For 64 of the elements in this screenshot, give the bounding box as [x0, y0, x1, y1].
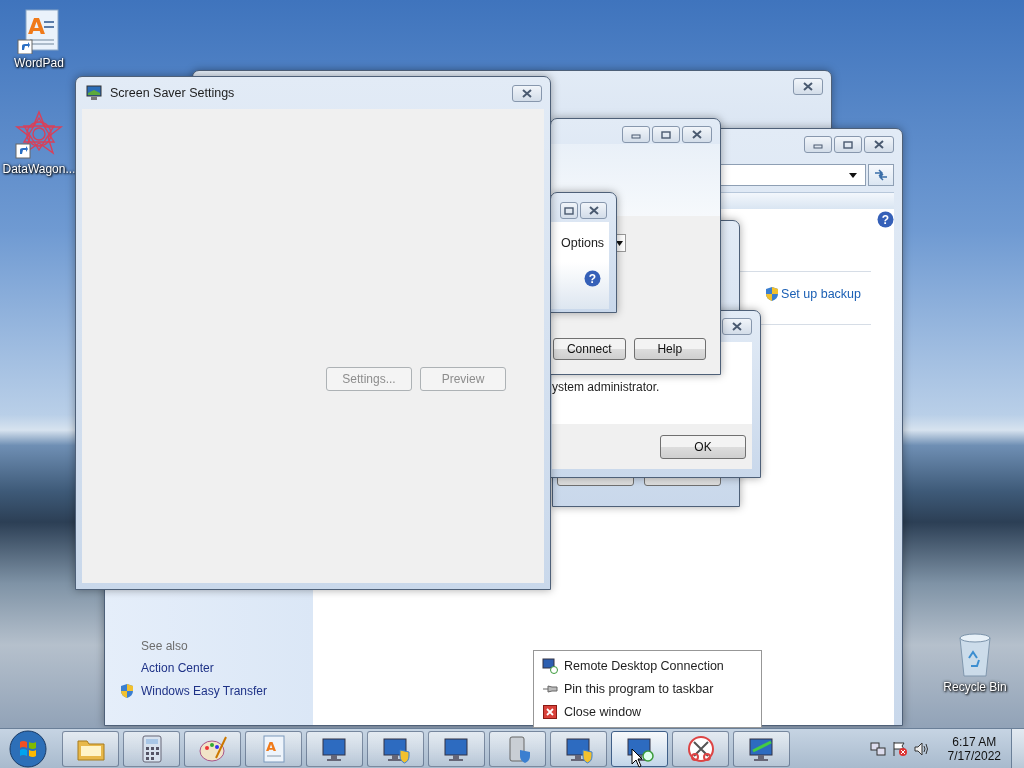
dialog-button[interactable]: Connect [553, 338, 626, 360]
start-button[interactable] [8, 728, 48, 768]
options-button[interactable]: Options [551, 222, 609, 262]
taskbar-button[interactable] [123, 730, 180, 767]
close-button[interactable] [580, 202, 607, 219]
see-also-link[interactable]: Windows Easy Transfer [141, 684, 268, 698]
show-desktop-button[interactable] [1011, 729, 1024, 768]
close-button[interactable] [512, 84, 542, 102]
see-also-heading: See also [141, 639, 189, 653]
star-pattern-icon[interactable] [14, 110, 64, 160]
maximize-icon [843, 140, 853, 149]
clock-time: 6:17 AM [952, 734, 997, 749]
flag-icon[interactable] [891, 740, 908, 757]
set-up-backup-link[interactable]: Set up backup [781, 287, 861, 301]
close-button[interactable] [864, 136, 894, 153]
minimize-button[interactable] [804, 136, 832, 153]
close-icon [802, 82, 814, 91]
close-icon [691, 130, 703, 139]
close-button[interactable] [722, 318, 752, 335]
taskbar-button[interactable] [611, 730, 668, 767]
close-icon [587, 206, 600, 215]
taskbar-button[interactable] [428, 730, 485, 767]
help-icon[interactable]: ? [584, 270, 601, 287]
network-icon[interactable] [869, 740, 886, 757]
shield-icon [764, 286, 781, 302]
maximize-icon [661, 130, 671, 139]
ok-button[interactable]: OK [660, 434, 746, 459]
maximize-icon [564, 206, 574, 215]
close-icon [521, 88, 533, 98]
clock[interactable]: 6:17 AM 7/17/2022 [947, 734, 1001, 763]
minimize-button[interactable] [622, 126, 650, 143]
refresh-icon [874, 169, 888, 181]
maximize-button[interactable] [560, 202, 579, 219]
monitor-icon [542, 658, 558, 674]
dropdown-arrow-icon [849, 172, 857, 178]
help-icon[interactable]: ? [877, 211, 894, 228]
taskbar-button[interactable] [672, 730, 729, 767]
taskbar-button[interactable] [367, 730, 424, 767]
refresh-button[interactable] [868, 164, 894, 186]
error-message: ystem administrator. [552, 380, 660, 394]
dropdown-arrow-icon [615, 240, 623, 246]
jump-list-item[interactable]: Pin this program to taskbar [542, 679, 753, 699]
clock-date: 7/17/2022 [947, 748, 1001, 763]
monitor-icon [86, 85, 102, 101]
jump-list-item[interactable]: Close window [542, 702, 753, 722]
close-icon [542, 705, 558, 719]
close-icon [873, 140, 885, 149]
taskbar-button[interactable] [306, 730, 363, 767]
desktop-icon-label[interactable]: WordPad [14, 56, 64, 70]
taskbar-button[interactable] [733, 730, 790, 767]
see-also-link[interactable]: Action Center [141, 661, 214, 675]
speaker-icon[interactable] [913, 740, 930, 757]
dialog-button[interactable]: Help [633, 338, 706, 360]
taskbar-button[interactable] [550, 730, 607, 767]
shield-icon [119, 683, 135, 699]
maximize-button[interactable] [834, 136, 862, 153]
close-button[interactable] [682, 126, 712, 143]
close-button[interactable] [793, 78, 823, 95]
scissors-icon [685, 733, 716, 764]
cursor-icon [631, 748, 643, 768]
window-title: Screen Saver Settings [110, 86, 236, 100]
jump-list-item[interactable]: Remote Desktop Connection [542, 656, 753, 676]
maximize-button[interactable] [652, 126, 680, 143]
close-icon [731, 322, 743, 331]
